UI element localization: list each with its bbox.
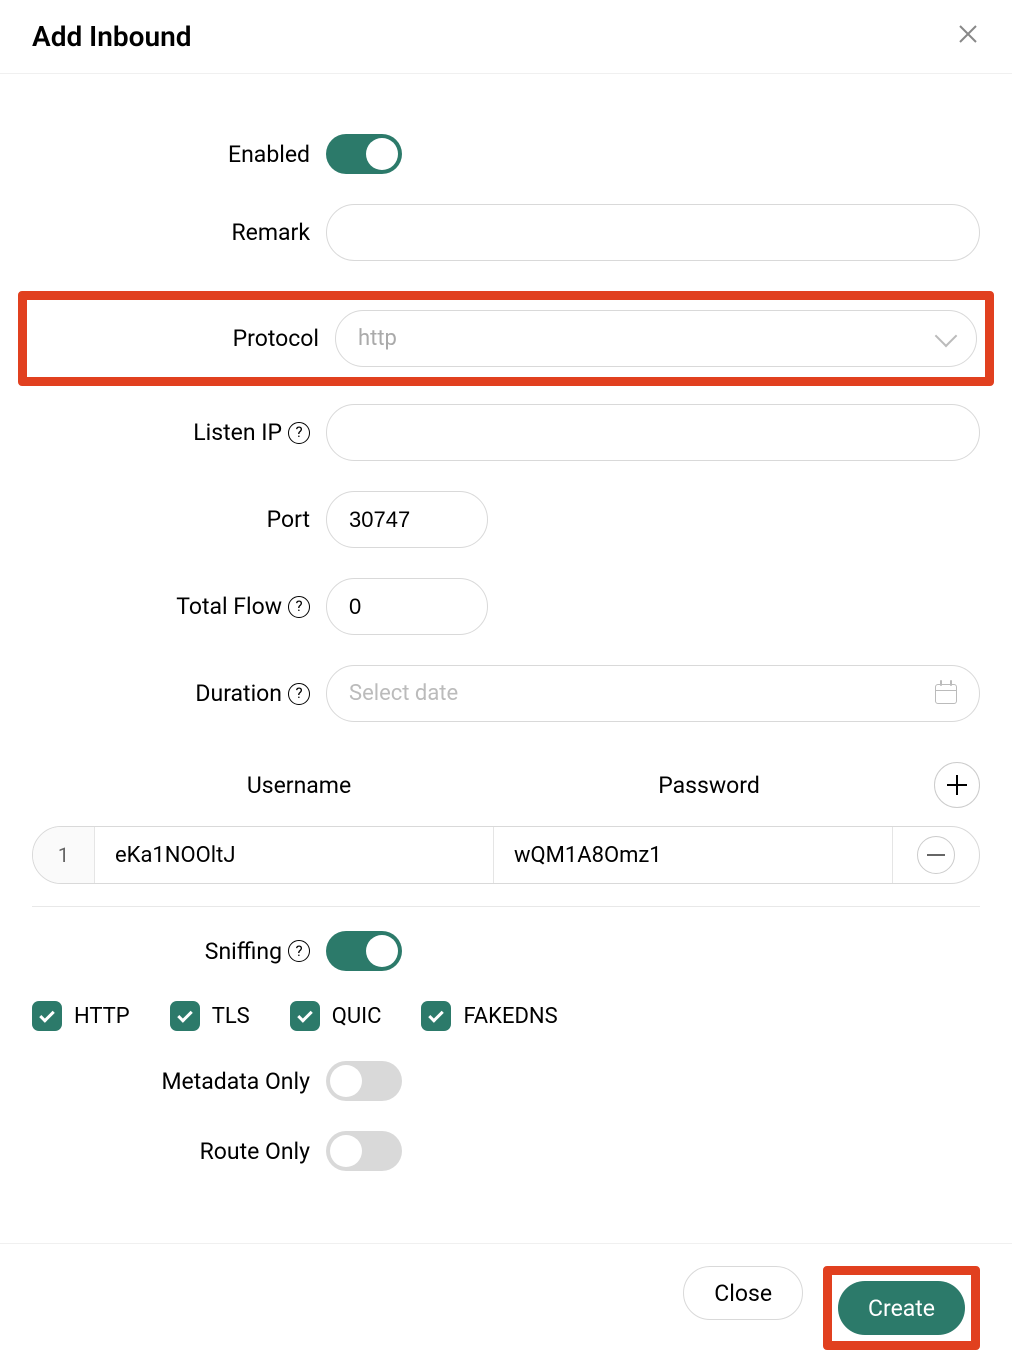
checkbox-icon — [170, 1001, 200, 1031]
listenip-input[interactable] — [326, 404, 980, 461]
totalflow-input[interactable] — [326, 578, 488, 635]
create-button-highlight: Create — [823, 1266, 980, 1350]
check-tls[interactable]: TLS — [170, 1001, 250, 1031]
remark-row: Remark — [32, 204, 980, 261]
route-only-toggle[interactable] — [326, 1131, 402, 1171]
help-icon[interactable]: ? — [288, 422, 310, 444]
route-only-label: Route Only — [32, 1138, 326, 1165]
metadata-only-row: Metadata Only — [32, 1061, 980, 1101]
check-http[interactable]: HTTP — [32, 1001, 130, 1031]
minus-icon — [927, 854, 945, 856]
protocol-label: Protocol — [35, 325, 335, 352]
duration-label: Duration ? — [32, 680, 326, 707]
check-fakedns[interactable]: FAKEDNS — [421, 1001, 557, 1031]
sniffing-label: Sniffing ? — [32, 938, 326, 965]
port-input[interactable] — [326, 491, 488, 548]
close-icon[interactable] — [956, 22, 980, 51]
totalflow-row: Total Flow ? — [32, 578, 980, 635]
metadata-only-toggle[interactable] — [326, 1061, 402, 1101]
duration-row: Duration ? Select date — [32, 665, 980, 722]
divider — [32, 906, 980, 907]
sniffing-toggle[interactable] — [326, 931, 402, 971]
modal-body: Enabled Remark Protocol http Listen IP ? — [0, 74, 1012, 1243]
password-header: Password — [504, 772, 914, 799]
metadata-only-label: Metadata Only — [32, 1068, 326, 1095]
remove-credential-button[interactable] — [917, 836, 955, 874]
checkbox-icon — [32, 1001, 62, 1031]
modal-footer: Close Create — [0, 1243, 1012, 1372]
checkbox-icon — [421, 1001, 451, 1031]
enabled-row: Enabled — [32, 134, 980, 174]
port-label: Port — [32, 506, 326, 533]
remark-input[interactable] — [326, 204, 980, 261]
help-icon[interactable]: ? — [288, 596, 310, 618]
username-header: Username — [94, 772, 504, 799]
credentials-header: Username Password — [32, 762, 980, 808]
enabled-label: Enabled — [32, 141, 326, 168]
modal-title: Add Inbound — [32, 20, 192, 53]
plus-icon — [947, 775, 967, 795]
credential-row: 1 eKa1NOOltJ wQM1A8Omz1 — [32, 826, 980, 884]
credential-index: 1 — [33, 827, 95, 883]
totalflow-label: Total Flow ? — [32, 593, 326, 620]
remark-label: Remark — [32, 219, 326, 246]
create-button[interactable]: Create — [838, 1281, 965, 1335]
help-icon[interactable]: ? — [288, 683, 310, 705]
calendar-icon — [935, 684, 957, 704]
route-only-row: Route Only — [32, 1131, 980, 1171]
modal-header: Add Inbound — [0, 0, 1012, 74]
protocol-select[interactable]: http — [335, 310, 977, 367]
close-button[interactable]: Close — [683, 1266, 803, 1320]
add-credential-button[interactable] — [934, 762, 980, 808]
duration-placeholder: Select date — [349, 681, 458, 706]
port-row: Port — [32, 491, 980, 548]
listenip-row: Listen IP ? — [32, 404, 980, 461]
help-icon[interactable]: ? — [288, 940, 310, 962]
sniffing-protocols: HTTP TLS QUIC FAKEDNS — [32, 1001, 980, 1031]
add-inbound-modal: Add Inbound Enabled Remark Protocol http — [0, 0, 1012, 1372]
credential-password[interactable]: wQM1A8Omz1 — [494, 827, 893, 883]
listenip-label: Listen IP ? — [32, 419, 326, 446]
chevron-down-icon — [935, 324, 958, 347]
duration-datepicker[interactable]: Select date — [326, 665, 980, 722]
checkbox-icon — [290, 1001, 320, 1031]
sniffing-row: Sniffing ? — [32, 931, 980, 971]
protocol-value: http — [358, 326, 397, 351]
credential-username[interactable]: eKa1NOOltJ — [95, 827, 494, 883]
check-quic[interactable]: QUIC — [290, 1001, 382, 1031]
protocol-row-highlight: Protocol http — [18, 291, 994, 386]
enabled-toggle[interactable] — [326, 134, 402, 174]
